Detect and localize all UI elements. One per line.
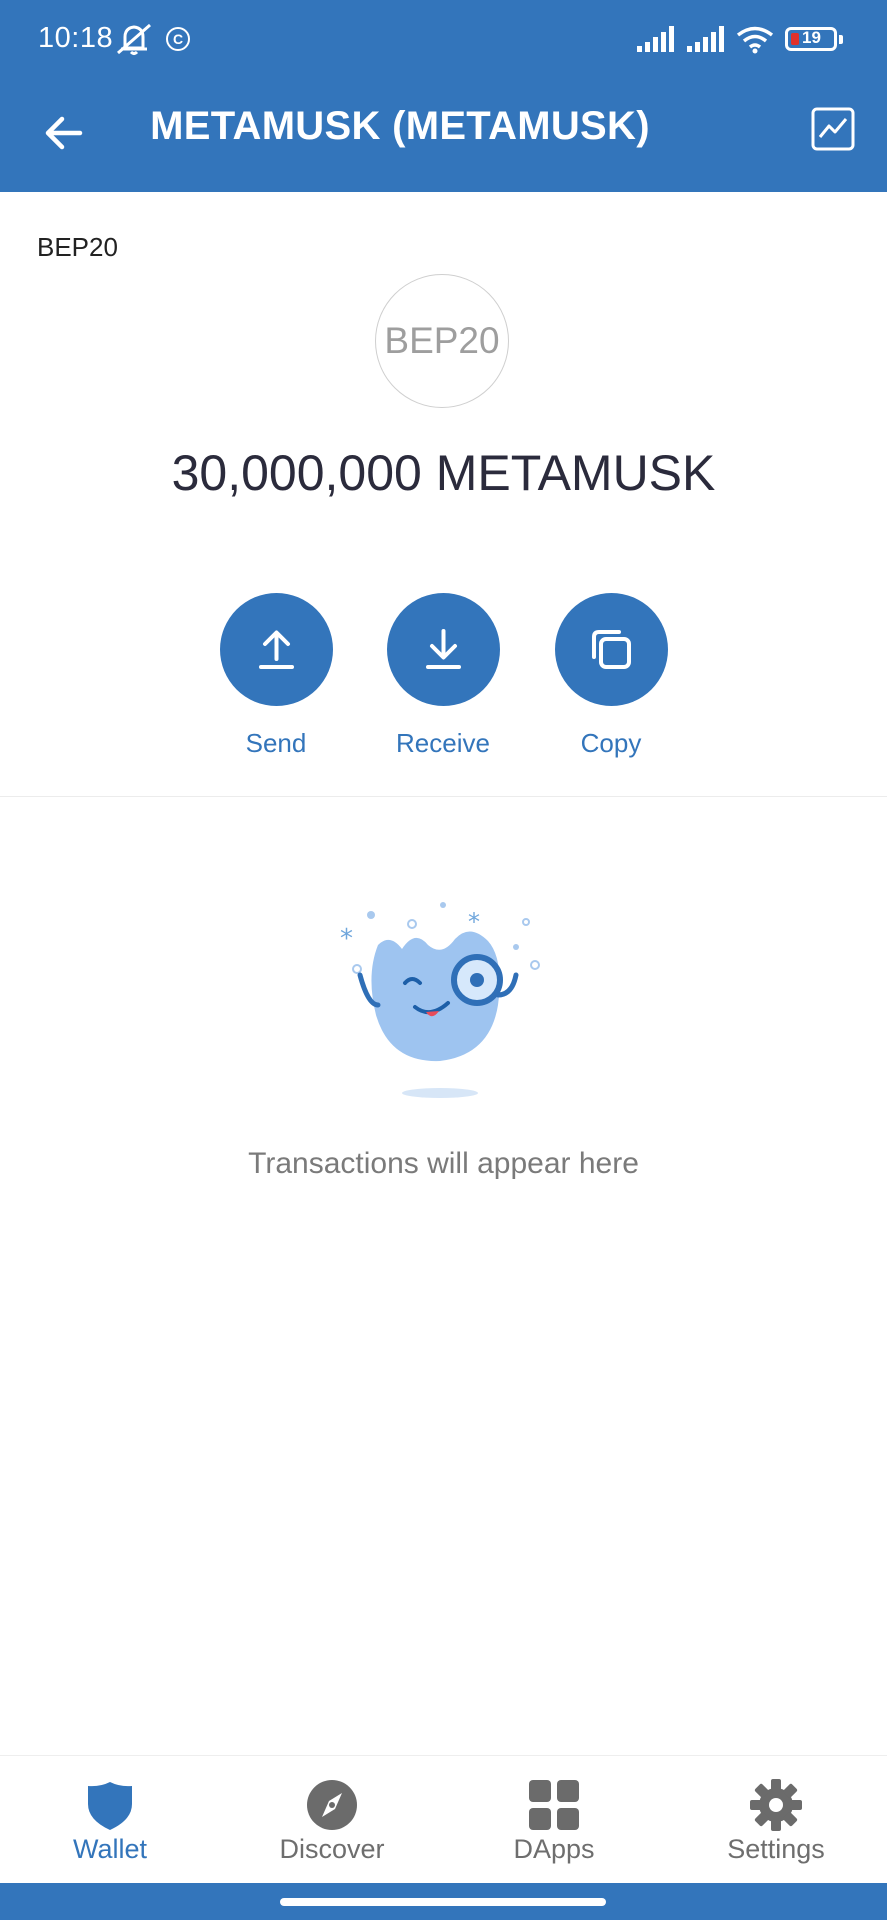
receive-circle[interactable] [386, 593, 500, 706]
tab-discover[interactable]: Discover [232, 1756, 432, 1884]
receive-button[interactable]: Receive [373, 593, 513, 759]
grid-icon [527, 1778, 581, 1832]
tab-wallet[interactable]: Wallet [10, 1756, 210, 1884]
token-balance: 30,000,000 METAMUSK [171, 445, 716, 501]
copy-icon [591, 630, 631, 669]
tab-settings[interactable]: Settings [676, 1756, 876, 1884]
upload-icon [258, 630, 294, 669]
signal-icon [686, 26, 726, 57]
home-indicator[interactable] [280, 1898, 606, 1906]
wifi-icon [736, 26, 774, 59]
chart-icon[interactable] [810, 106, 856, 152]
compass-icon [305, 1778, 359, 1832]
tab-discover-label: Discover [279, 1834, 385, 1864]
page-title: METAMUSK (METAMUSK) [150, 104, 650, 148]
bottom-nav: Wallet Discover DApps Settings [0, 1755, 887, 1884]
search-mascot-illustration: * * [330, 895, 550, 1110]
bell-muted-icon [114, 22, 156, 61]
status-time: 10:18 [38, 22, 114, 54]
copy-button[interactable]: Copy [541, 593, 681, 759]
system-nav-bar [0, 1883, 887, 1920]
tab-dapps[interactable]: DApps [454, 1756, 654, 1884]
download-icon [425, 629, 461, 669]
divider [0, 796, 887, 797]
shield-icon [83, 1778, 137, 1832]
status-bar: 10:18 C 19 [0, 0, 887, 80]
send-label: Send [245, 728, 307, 758]
tab-dapps-label: DApps [513, 1834, 595, 1864]
token-logo: BEP20 [375, 274, 509, 408]
receive-label: Receive [396, 728, 490, 758]
battery-level: 19 [802, 28, 821, 47]
c-icon: C [166, 27, 190, 51]
send-button[interactable]: Send [206, 593, 346, 759]
svg-text:*: * [340, 924, 353, 954]
signal-icon [636, 26, 676, 57]
nav-bar: METAMUSK (METAMUSK) [0, 80, 887, 192]
app-header: 10:18 C 19 METAMUSK (METAMUSK) [0, 0, 887, 192]
arrow-left-icon[interactable] [40, 108, 90, 158]
network-label: BEP20 [37, 232, 118, 262]
send-circle[interactable] [219, 593, 333, 706]
battery-icon: 19 [785, 27, 843, 51]
copy-circle[interactable] [554, 593, 668, 706]
gear-icon [749, 1778, 803, 1832]
tab-wallet-label: Wallet [72, 1834, 147, 1864]
copy-label: Copy [580, 728, 642, 758]
tab-settings-label: Settings [727, 1834, 825, 1864]
empty-state-text: Transactions will appear here [248, 1147, 639, 1180]
